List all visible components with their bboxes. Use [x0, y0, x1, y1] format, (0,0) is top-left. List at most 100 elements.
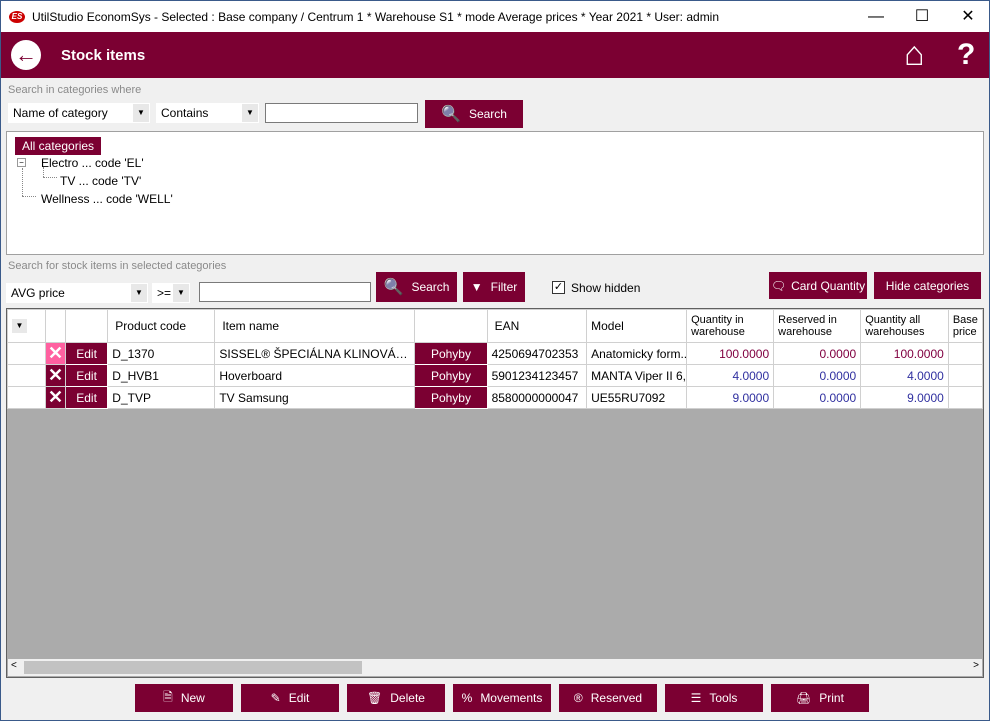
- tools-button[interactable]: ☰ Tools: [665, 684, 763, 712]
- back-arrow-icon[interactable]: ←: [11, 40, 41, 70]
- cell-ean: 5901234123457: [486, 364, 588, 387]
- header-ean[interactable]: EAN: [486, 309, 588, 343]
- stock-items-grid[interactable]: ▼ Product code Item name EAN Model Quant…: [6, 308, 984, 678]
- movements-row-button[interactable]: Pohyby: [414, 364, 488, 387]
- category-operator-select[interactable]: Contains ▼: [156, 103, 259, 123]
- horizontal-scrollbar[interactable]: < >: [8, 659, 982, 676]
- button-label: Movements: [480, 691, 543, 705]
- tree-line: [22, 168, 23, 196]
- collapse-icon[interactable]: −: [17, 158, 26, 167]
- movements-button[interactable]: % Movements: [453, 684, 551, 712]
- printer-icon: 🖨: [796, 691, 812, 705]
- delete-row-icon[interactable]: ✕: [45, 342, 66, 365]
- reserved-button[interactable]: ® Reserved: [559, 684, 657, 712]
- tree-node-all-categories[interactable]: All categories: [15, 137, 102, 155]
- edit-button[interactable]: ✎ Edit: [241, 684, 339, 712]
- minimize-button[interactable]: —: [853, 1, 899, 32]
- chevron-down-icon: ▼: [173, 284, 189, 302]
- delete-button[interactable]: 🗑 Delete: [347, 684, 445, 712]
- item-field-select[interactable]: AVG price ▼: [6, 283, 148, 303]
- item-operator-select[interactable]: >= ▼: [152, 283, 190, 303]
- item-search-label: Search for stock items in selected categ…: [8, 260, 227, 272]
- header-quantity-in-warehouse[interactable]: Quantity in warehouse: [686, 309, 775, 343]
- column-chooser-icon[interactable]: ▼: [12, 319, 27, 333]
- category-search-input[interactable]: [265, 103, 418, 123]
- help-icon[interactable]: ?: [957, 38, 975, 72]
- hide-categories-button[interactable]: Hide categories: [874, 272, 981, 299]
- header-model[interactable]: Model: [586, 309, 688, 343]
- cell-reserved: 0.0000: [773, 386, 862, 409]
- row-selector[interactable]: [6, 364, 47, 387]
- scroll-right-icon[interactable]: >: [973, 660, 979, 671]
- edit-row-button[interactable]: Edit: [64, 342, 109, 365]
- tree-line: [43, 167, 44, 177]
- grid-header: ▼ Product code Item name EAN Model Quant…: [6, 309, 984, 343]
- edit-row-button[interactable]: Edit: [64, 364, 109, 387]
- filter-button[interactable]: ▼ Filter: [463, 272, 525, 302]
- button-label: Edit: [288, 691, 310, 705]
- cell-quantity: 100.0000: [686, 342, 775, 365]
- edit-row-button[interactable]: Edit: [64, 386, 109, 409]
- header-product-code[interactable]: Product code: [107, 309, 216, 343]
- scroll-left-icon[interactable]: <: [11, 660, 17, 671]
- header-reserved-in-warehouse[interactable]: Reserved in warehouse: [773, 309, 862, 343]
- header-item-name[interactable]: Item name: [214, 309, 416, 343]
- category-tree[interactable]: All categories − Electro ... code 'EL' T…: [6, 131, 984, 255]
- registered-icon: ®: [573, 691, 583, 705]
- card-quantity-button[interactable]: 🗨 Card Quantity: [769, 272, 867, 299]
- cell-ean: 8580000000047: [486, 386, 588, 409]
- selected-value: AVG price: [11, 286, 65, 300]
- tree-node-tv[interactable]: TV ... code 'TV': [60, 174, 141, 188]
- cell-product-code: D_1370: [107, 342, 216, 365]
- cell-item-name: TV Samsung: [214, 386, 416, 409]
- movements-row-button[interactable]: Pohyby: [414, 342, 488, 365]
- chevron-down-icon: ▼: [242, 104, 258, 122]
- header-base-price[interactable]: Base price: [947, 309, 984, 343]
- category-field-select[interactable]: Name of category ▼: [8, 103, 150, 123]
- scrollbar-thumb[interactable]: [24, 661, 362, 674]
- button-label: Filter: [490, 280, 518, 294]
- header-edit: [64, 309, 109, 343]
- comment-icon: 🗨: [770, 278, 787, 293]
- delete-row-icon[interactable]: ✕: [45, 364, 66, 387]
- row-selector[interactable]: [6, 386, 47, 409]
- home-icon[interactable]: ⌂: [904, 36, 925, 72]
- cell-quantity-all: 4.0000: [860, 364, 949, 387]
- table-row[interactable]: ✕ Edit D_TVP TV Samsung Pohyby 858000000…: [6, 386, 984, 409]
- cell-model: UE55RU7092: [586, 386, 688, 409]
- print-button[interactable]: 🖨 Print: [771, 684, 869, 712]
- header-quantity-all-warehouses[interactable]: Quantity all warehouses: [860, 309, 949, 343]
- close-button[interactable]: ✕: [945, 1, 990, 32]
- cell-ean: 4250694702353: [486, 342, 588, 365]
- new-button[interactable]: 🗎 New: [135, 684, 233, 712]
- show-hidden-checkbox[interactable]: ✓: [552, 281, 565, 294]
- category-search-label: Search in categories where: [8, 84, 142, 96]
- item-search-button[interactable]: 🔍 Search: [376, 272, 457, 302]
- selected-value: Contains: [161, 106, 209, 120]
- button-label: Search: [411, 280, 450, 294]
- tree-node-electro[interactable]: Electro ... code 'EL': [41, 156, 144, 170]
- title-bar: ES UtilStudio EconomSys - Selected : Bas…: [1, 1, 989, 32]
- delete-row-icon[interactable]: ✕: [45, 386, 66, 409]
- category-search-button[interactable]: 🔍 Search: [425, 100, 523, 128]
- button-label: Delete: [390, 691, 425, 705]
- button-label: Hide categories: [885, 278, 970, 293]
- table-row[interactable]: ✕ Edit D_1370 SISSEL® ŠPECIÁLNA KLINOVÁ …: [6, 342, 984, 365]
- header: ← Stock items ⌂ ?: [1, 32, 989, 78]
- cell-quantity-all: 100.0000: [860, 342, 949, 365]
- cell-quantity: 9.0000: [686, 386, 775, 409]
- maximize-button[interactable]: ☐: [899, 1, 945, 32]
- item-search-input[interactable]: [199, 282, 371, 302]
- cell-item-name: Hoverboard: [214, 364, 416, 387]
- row-selector[interactable]: [6, 342, 47, 365]
- cell-base-price: [947, 386, 984, 409]
- search-icon: 🔍: [441, 106, 461, 123]
- new-document-icon: 🗎: [163, 689, 173, 704]
- table-row[interactable]: ✕ Edit D_HVB1 Hoverboard Pohyby 59012341…: [6, 364, 984, 387]
- movements-row-button[interactable]: Pohyby: [414, 386, 488, 409]
- cell-quantity-all: 9.0000: [860, 386, 949, 409]
- button-label: Card Quantity: [791, 278, 866, 293]
- tree-node-wellness[interactable]: Wellness ... code 'WELL': [41, 192, 173, 206]
- cell-reserved: 0.0000: [773, 364, 862, 387]
- window-title: UtilStudio EconomSys - Selected : Base c…: [32, 9, 720, 24]
